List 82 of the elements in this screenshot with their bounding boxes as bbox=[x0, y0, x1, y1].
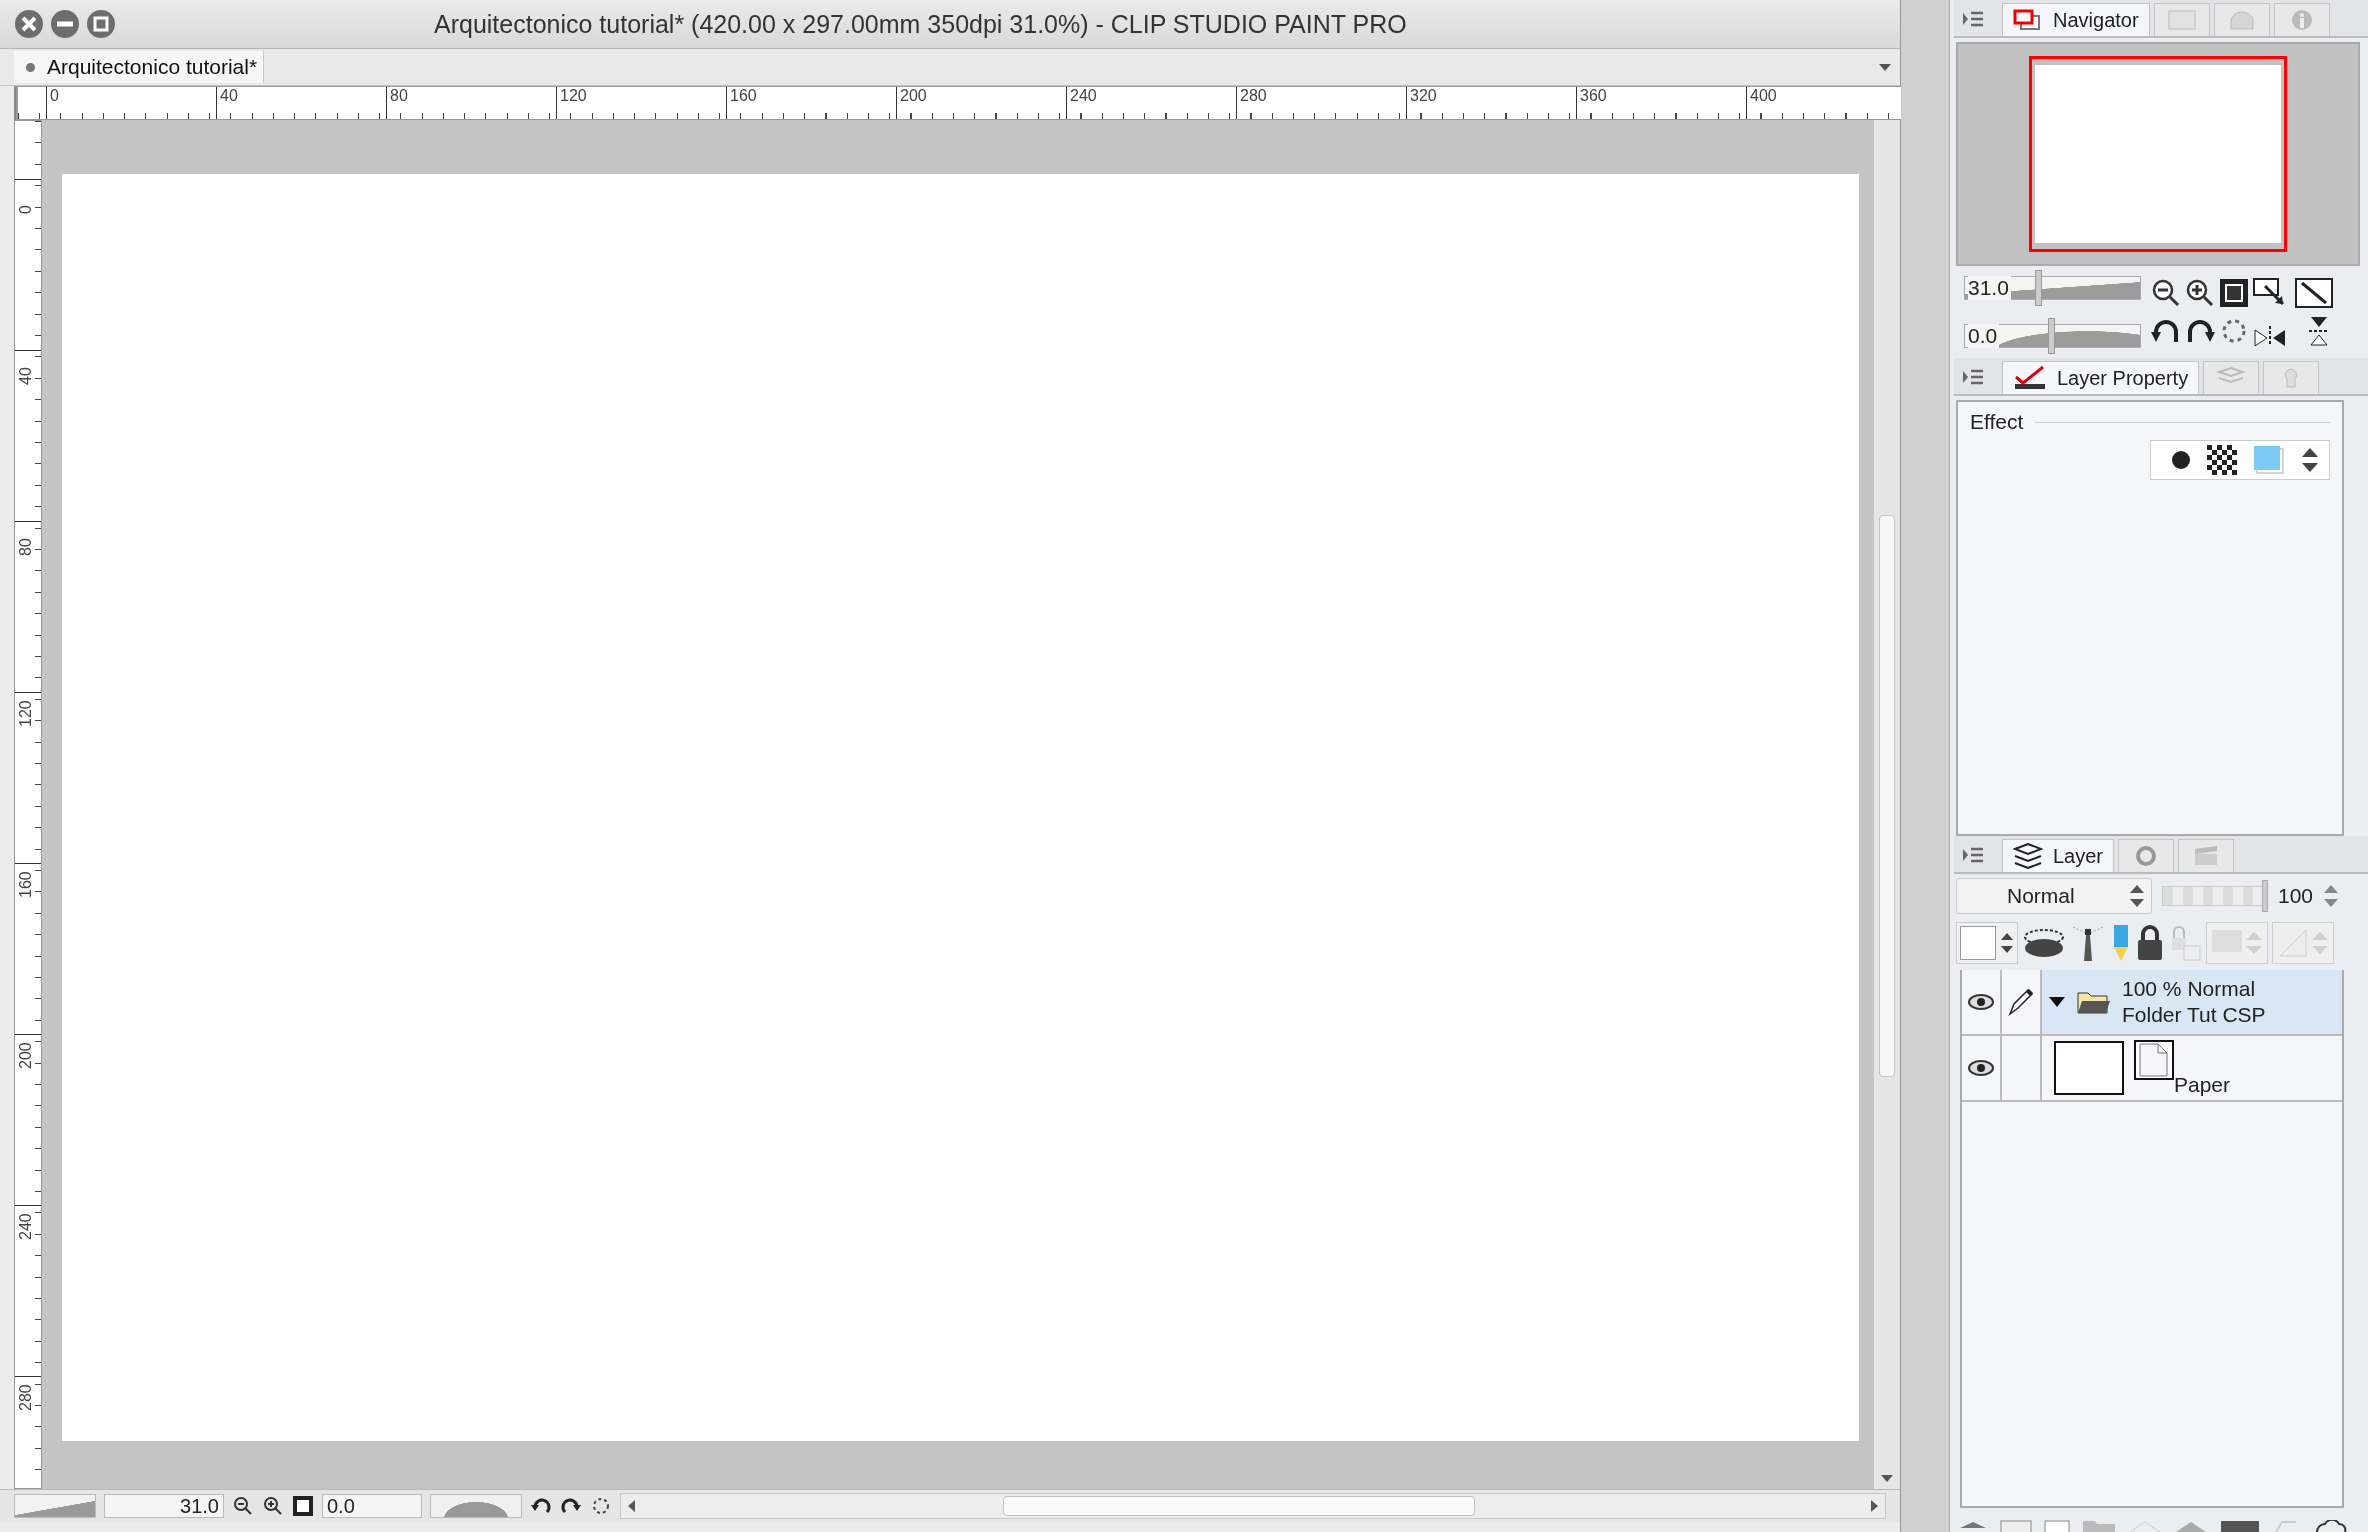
document-tab[interactable]: Arquitectonico tutorial* bbox=[14, 51, 265, 83]
section-title: Effect bbox=[1970, 410, 2024, 434]
up-down-arrows-icon[interactable] bbox=[2323, 883, 2340, 909]
ruler-label: 240 bbox=[17, 1213, 35, 1240]
fit-square-icon[interactable] bbox=[292, 1495, 314, 1517]
navigator-tab[interactable]: Navigator bbox=[2002, 3, 2150, 36]
minimize-icon[interactable] bbox=[50, 9, 80, 39]
checkmark-icon bbox=[2013, 365, 2047, 391]
layer-tab[interactable]: Layer bbox=[2002, 839, 2115, 872]
ruler-label: 80 bbox=[17, 538, 35, 556]
dropdown-arrow-icon[interactable] bbox=[1878, 62, 1892, 72]
checkerboard-icon bbox=[2207, 445, 2237, 475]
layer-name: Paper bbox=[2174, 1072, 2231, 1098]
ruler-label: 280 bbox=[1236, 87, 1406, 119]
scroll-right-arrow-icon[interactable] bbox=[1869, 1499, 1879, 1513]
color-dropdown[interactable] bbox=[1956, 922, 2018, 964]
ruler-label: 120 bbox=[556, 87, 726, 119]
up-down-arrows-icon bbox=[2000, 931, 2014, 955]
clipping-icon[interactable] bbox=[2022, 926, 2066, 960]
layer-name: Folder Tut CSP bbox=[2122, 1002, 2266, 1028]
rotation-field[interactable]: 0.0 bbox=[322, 1494, 422, 1518]
ruler-label: 200 bbox=[17, 1042, 35, 1069]
circle-icon bbox=[2171, 450, 2191, 470]
ruler-label: 120 bbox=[17, 700, 35, 727]
ruler-label: 160 bbox=[17, 871, 35, 898]
up-down-arrows-icon bbox=[2301, 446, 2319, 474]
mask-icon[interactable] bbox=[2220, 1520, 2260, 1532]
pen-icon bbox=[2008, 988, 2034, 1016]
ruler-label: 160 bbox=[726, 87, 896, 119]
blend-mode-dropdown[interactable]: Normal bbox=[1956, 878, 2152, 914]
scrollbar-thumb[interactable] bbox=[1879, 515, 1895, 1077]
panel-menu-icon[interactable] bbox=[1962, 368, 1984, 386]
ruler-label: 40 bbox=[17, 367, 35, 385]
image-icon bbox=[2166, 9, 2197, 31]
effect-selector[interactable] bbox=[2150, 440, 2330, 480]
layer-row[interactable]: Paper bbox=[1962, 1036, 2342, 1102]
zoom-in-icon[interactable] bbox=[262, 1495, 284, 1517]
eye-icon[interactable] bbox=[1967, 1059, 1995, 1077]
up-down-arrows-icon bbox=[2129, 883, 2145, 909]
scrollbar-thumb[interactable] bbox=[1003, 1496, 1475, 1516]
panel-menu-icon[interactable] bbox=[1962, 846, 1984, 864]
layer-info: 100 % Normal bbox=[2122, 976, 2257, 1002]
ruler-label: 80 bbox=[386, 87, 556, 119]
navigator-preview[interactable] bbox=[1956, 42, 2360, 266]
close-icon[interactable] bbox=[14, 9, 44, 39]
vertical-scrollbar[interactable] bbox=[1873, 120, 1900, 1489]
cloud-icon[interactable] bbox=[2314, 1520, 2348, 1532]
ruler-label: 240 bbox=[1066, 87, 1236, 119]
view-frame[interactable] bbox=[2029, 56, 2287, 252]
expand-triangle-icon[interactable] bbox=[2048, 996, 2066, 1008]
ruler-label: 0 bbox=[17, 205, 35, 214]
scroll-down-arrow-icon[interactable] bbox=[1880, 1473, 1894, 1483]
horizontal-scrollbar[interactable] bbox=[620, 1493, 1886, 1519]
zoom-out-icon[interactable] bbox=[2151, 278, 2181, 308]
panel-menu-icon[interactable] bbox=[1962, 10, 1984, 28]
ruler-label: 280 bbox=[17, 1384, 35, 1411]
lock-icon[interactable] bbox=[2136, 924, 2164, 962]
zoom-field[interactable]: 31.0 bbox=[104, 1494, 224, 1518]
layer-thumbnail bbox=[2054, 1041, 2124, 1095]
scroll-left-arrow-icon[interactable] bbox=[627, 1499, 637, 1513]
window-title: Arquitectonico tutorial* (420.00 x 297.00mm 350dpi 31.0%) - CLIP STUDIO PAINT PRO bbox=[434, 9, 1407, 39]
navigator-frame-icon bbox=[2013, 9, 2043, 31]
reset-rotation-icon[interactable] bbox=[590, 1495, 612, 1517]
slider-track[interactable] bbox=[430, 1494, 522, 1518]
folder-icon bbox=[2076, 989, 2112, 1015]
slider-track[interactable] bbox=[14, 1494, 96, 1518]
eye-icon[interactable] bbox=[1967, 993, 1995, 1011]
ruler-label: 40 bbox=[216, 87, 386, 119]
ruler-label: 0 bbox=[46, 87, 216, 119]
zoom-out-icon[interactable] bbox=[232, 1495, 254, 1517]
layer-property-tab[interactable]: Layer Property bbox=[2002, 361, 2200, 394]
ruler-label: 320 bbox=[1406, 87, 1576, 119]
opacity-slider[interactable] bbox=[2162, 880, 2268, 912]
fit-square-icon[interactable] bbox=[2219, 278, 2249, 308]
maximize-icon[interactable] bbox=[86, 9, 116, 39]
opacity-field[interactable]: 100 bbox=[2278, 884, 2314, 908]
color-square-icon bbox=[2253, 445, 2285, 475]
zoom-in-icon[interactable] bbox=[2185, 278, 2215, 308]
layer-row[interactable]: 100 % Normal Folder Tut CSP bbox=[1962, 970, 2342, 1036]
page-icon bbox=[2134, 1040, 2174, 1080]
ruler-label: 200 bbox=[896, 87, 1066, 119]
ruler-label: 360 bbox=[1576, 87, 1746, 119]
